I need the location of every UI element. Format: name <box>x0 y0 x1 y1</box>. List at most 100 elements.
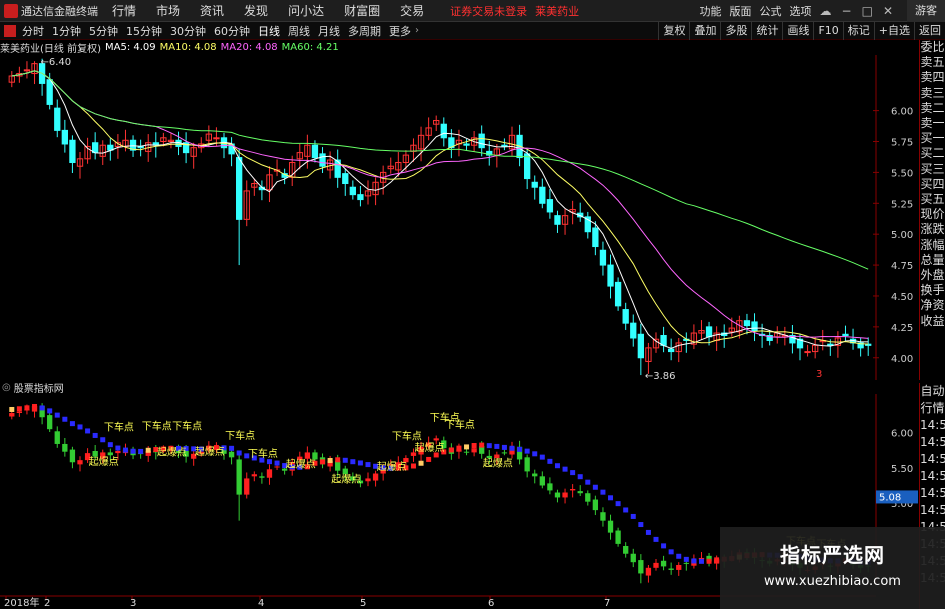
tick-item-6: 14:50 <box>920 486 945 500</box>
sidebar-item-14[interactable]: 总量 <box>920 253 945 268</box>
tool-button-1[interactable]: 叠加 <box>689 22 720 40</box>
sub-candle-body <box>266 469 273 478</box>
sidebar-item-2[interactable]: 卖四 <box>920 70 945 85</box>
candle-body <box>23 69 31 72</box>
signal-dot <box>615 501 621 507</box>
stock-title: 莱美药业(日线 前复权) <box>0 43 101 55</box>
signal-label: 起爆点 <box>286 459 316 471</box>
signal-dot <box>418 460 424 466</box>
tool-button-8[interactable]: 返回 <box>914 22 945 40</box>
close-icon[interactable]: ✕ <box>883 4 893 18</box>
sidebar-item-1[interactable]: 卖五 <box>920 55 945 70</box>
tool-button-4[interactable]: 画线 <box>782 22 813 40</box>
y-tick-label: 4.25 <box>891 323 913 334</box>
signal-dot <box>410 463 416 469</box>
sidebar-item-5[interactable]: 卖一 <box>920 116 945 131</box>
guest-button[interactable]: 游客 <box>907 0 945 22</box>
menu-item-6[interactable]: 交易 <box>400 2 424 19</box>
signal-dot <box>509 445 515 451</box>
y-tick-label: 5.25 <box>891 199 913 210</box>
y-tick-label: 4.50 <box>891 292 913 303</box>
sub-candle-body <box>244 478 250 495</box>
signal-dot <box>608 495 614 501</box>
right-menu-item-3[interactable]: 选项 <box>790 3 812 19</box>
period-tab-7[interactable]: 周线 <box>288 23 310 39</box>
indicator-toggle-icon[interactable]: ◎ <box>2 382 11 393</box>
right-menu-item-2[interactable]: 公式 <box>760 3 782 19</box>
signal-label: 起爆点 <box>415 442 445 454</box>
low-annotation: ←3.86 <box>645 371 676 380</box>
y-tick-label: 4.75 <box>891 261 913 272</box>
sidebar-item-13[interactable]: 涨幅 <box>920 238 945 253</box>
signal-dot <box>494 443 500 449</box>
sidebar-item-10[interactable]: 买五 <box>920 192 945 207</box>
menu-item-1[interactable]: 市场 <box>156 2 180 19</box>
sidebar-item-3[interactable]: 卖三 <box>920 86 945 101</box>
tool-button-7[interactable]: +自选 <box>873 22 914 40</box>
period-toolbar: 分时 1分钟 5分钟 15分钟 30分钟 60分钟 日线 周线 月线 多周期 更多 › 复权 叠加 多股… <box>0 22 945 40</box>
chat-icon[interactable]: ☁ <box>820 4 832 18</box>
sidebar-item-12[interactable]: 涨跌 <box>920 222 945 237</box>
menu-item-0[interactable]: 行情 <box>112 2 136 19</box>
tool-button-3[interactable]: 统计 <box>751 22 782 40</box>
trade-login-notice[interactable]: 证券交易未登录 <box>450 3 527 19</box>
signal-label: 起爆点 <box>331 474 361 486</box>
sidebar-item-17[interactable]: 净资 <box>920 298 945 313</box>
signal-label: 下车点 <box>445 418 475 431</box>
signal-dot <box>471 443 477 449</box>
period-tab-5[interactable]: 60分钟 <box>214 23 250 39</box>
maximize-icon[interactable]: □ <box>862 4 873 18</box>
signal-dot <box>145 447 151 453</box>
sidebar-item-7[interactable]: 买二 <box>920 146 945 161</box>
sub-candle-body <box>539 476 545 486</box>
period-tab-6[interactable]: 日线 <box>258 23 280 39</box>
period-tab-8[interactable]: 月线 <box>318 23 340 39</box>
signal-dot <box>501 444 507 450</box>
signal-dot <box>39 405 45 411</box>
x-tick-label: 6 <box>488 598 494 609</box>
tick-item-2: 14:50 <box>920 418 945 432</box>
period-tab-1[interactable]: 1分钟 <box>52 23 81 39</box>
period-tab-0[interactable]: 分时 <box>22 23 44 39</box>
x-tick-label: 2 <box>44 598 50 609</box>
right-menu-item-0[interactable]: 功能 <box>700 3 722 19</box>
tool-button-2[interactable]: 多股 <box>720 22 751 40</box>
sidebar-item-15[interactable]: 外盘 <box>920 268 945 283</box>
candle-body <box>501 144 508 147</box>
minimize-icon[interactable]: − <box>842 4 852 18</box>
right-menu-item-1[interactable]: 版面 <box>730 3 752 19</box>
period-tab-2[interactable]: 5分钟 <box>89 23 118 39</box>
x-tick-label: 5 <box>360 598 366 609</box>
sidebar-item-8[interactable]: 买三 <box>920 162 945 177</box>
sidebar-item-4[interactable]: 卖二 <box>920 101 945 116</box>
sidebar-item-18[interactable]: 收益 <box>920 314 945 329</box>
menu-item-3[interactable]: 发现 <box>244 2 268 19</box>
sidebar-item-0[interactable]: 委比 <box>920 40 945 55</box>
menu-item-2[interactable]: 资讯 <box>200 2 224 19</box>
menu-item-4[interactable]: 问小达 <box>288 2 324 19</box>
period-tab-10[interactable]: 更多 <box>389 23 411 39</box>
sub-candle-body <box>638 560 644 574</box>
candle-body <box>92 142 99 154</box>
sidebar-item-11[interactable]: 现价 <box>920 207 945 222</box>
more-chevron-icon[interactable]: › <box>415 25 419 36</box>
period-tab-4[interactable]: 30分钟 <box>170 23 206 39</box>
period-tab-9[interactable]: 多周期 <box>348 23 381 39</box>
sub-candle-body <box>607 520 614 533</box>
sidebar-item-6[interactable]: 买一 <box>920 131 945 146</box>
sidebar-item-9[interactable]: 买四 <box>920 177 945 192</box>
candle-body <box>592 227 599 248</box>
sub-candle-body <box>615 530 621 544</box>
indicator-name: 股票指标网 <box>13 383 64 395</box>
tool-button-0[interactable]: 复权 <box>658 22 689 40</box>
sub-candle-body <box>532 473 538 477</box>
tool-button-6[interactable]: 标记 <box>842 22 874 40</box>
menu-item-5[interactable]: 财富圈 <box>344 2 380 19</box>
main-menu: 行情 市场 资讯 发现 问小达 财富圈 交易 <box>112 2 444 19</box>
sidebar-item-16[interactable]: 换手 <box>920 283 945 298</box>
period-tab-3[interactable]: 15分钟 <box>126 23 162 39</box>
tool-button-5[interactable]: F10 <box>813 22 842 40</box>
kline-chart[interactable]: 6.00 5.75 5.50 5.25 5.00 4.75 4.50 4.25 4.00 ←6.4… <box>0 55 919 380</box>
candle-body <box>357 194 364 201</box>
candle-body <box>349 186 356 196</box>
